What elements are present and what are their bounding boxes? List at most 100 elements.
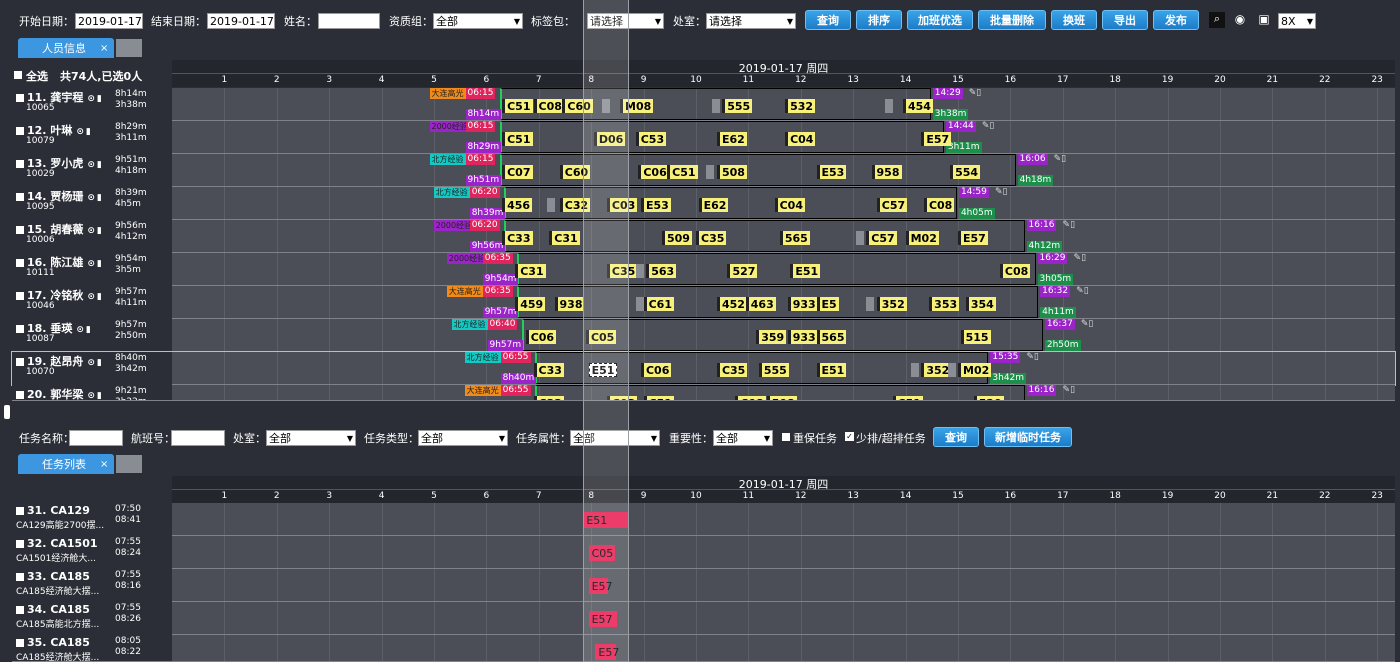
close-icon[interactable]: × — [100, 43, 108, 54]
settings-icon[interactable]: ⊙ — [87, 391, 95, 400]
task-name[interactable]: 33. CA185 — [16, 570, 90, 583]
staff-name[interactable]: 20. 郭华梁 ⊙ ▮ — [16, 386, 102, 400]
task-type-select[interactable]: 全部 ▼ — [418, 430, 508, 446]
row-checkbox[interactable] — [16, 639, 24, 647]
task-block[interactable]: C04 — [785, 132, 816, 146]
task-placeholder[interactable] — [910, 363, 919, 377]
row-checkbox[interactable] — [16, 606, 24, 614]
row-checkbox[interactable] — [16, 391, 24, 399]
task-block[interactable]: 509 — [661, 231, 692, 245]
save-icon[interactable]: ▣ — [1256, 12, 1272, 28]
task-block[interactable]: 352 — [876, 297, 907, 311]
splitter-handle[interactable] — [4, 405, 10, 419]
task-block[interactable]: 933 — [787, 297, 818, 311]
task-block[interactable]: C51 — [892, 396, 923, 400]
edit-icon[interactable]: ✎▯ — [1026, 352, 1039, 362]
task-block[interactable]: 563 — [646, 264, 677, 278]
row-checkbox[interactable] — [16, 226, 24, 234]
staff-row[interactable]: 13. 罗小虎 ⊙ ▮ 10029 9h51m 4h18m 北方经验 06:15 9h51m 16… — [12, 154, 1395, 187]
row-checkbox[interactable] — [16, 540, 24, 548]
task-name[interactable]: 35. CA185 — [16, 636, 90, 649]
task-block[interactable]: C33 — [533, 396, 564, 400]
staff-row[interactable]: 12. 叶琳 ⊙ ▮ 10079 8h29m 3h11m 2000经验 06:15 8h29m 1… — [12, 121, 1395, 154]
task-row[interactable]: 35. CA185 CA185经济舱大摆... 08:05 08:22 E57 — [12, 635, 1395, 662]
task-placeholder[interactable] — [635, 264, 644, 278]
task-block[interactable]: C57 — [866, 231, 897, 245]
edit-icon[interactable]: ✎▯ — [982, 121, 995, 131]
flight-input[interactable] — [171, 430, 225, 446]
task-block[interactable]: E57 — [958, 231, 988, 245]
tab-staff-info[interactable]: 人员信息 × — [18, 38, 115, 58]
edit-icon[interactable]: ✎▯ — [1074, 253, 1087, 263]
task-row[interactable]: 33. CA185 CA185经济舱大摆... 07:55 08:16 E57 — [12, 569, 1395, 602]
task-block[interactable]: 958 — [871, 165, 902, 179]
task-block[interactable]: C51 — [502, 132, 533, 146]
task-placeholder[interactable] — [635, 297, 644, 311]
task-block[interactable]: C08 — [735, 396, 766, 400]
row-checkbox[interactable] — [16, 193, 24, 201]
task-placeholder[interactable] — [706, 165, 715, 179]
query-button[interactable]: 查询 — [805, 10, 851, 30]
task-block[interactable]: 353 — [929, 297, 960, 311]
tab-placeholder[interactable] — [116, 39, 143, 57]
task-row[interactable]: 31. CA129 CA129高能2700摆... 07:50 08:41 E51 — [12, 503, 1395, 536]
task-block[interactable]: 354 — [965, 297, 996, 311]
task-block[interactable]: C06 — [638, 165, 669, 179]
row-checkbox[interactable] — [16, 507, 24, 515]
task-block[interactable]: C08 — [533, 99, 564, 113]
task-block[interactable]: 454 — [902, 99, 933, 113]
task-block[interactable]: E5 — [816, 297, 839, 311]
task-block[interactable]: C53 — [635, 132, 667, 146]
edit-icon[interactable]: ✎▯ — [1063, 385, 1076, 395]
task-name[interactable]: 31. CA129 — [16, 504, 90, 517]
trash-icon[interactable]: ▮ — [97, 160, 102, 170]
task-block[interactable]: 520 — [973, 396, 1004, 400]
settings-icon[interactable]: ⊙ — [87, 226, 95, 236]
task-placeholder[interactable] — [884, 99, 893, 113]
staff-row[interactable]: 17. 冷铭秋 ⊙ ▮ 10046 9h57m 4h11m 大连高光 06:35 9h57m 16… — [12, 286, 1395, 319]
settings-icon[interactable]: ⊙ — [87, 259, 95, 269]
staff-row[interactable]: 15. 胡春薇 ⊙ ▮ 10006 9h56m 4h12m 2000经验 06:20 9h56m… — [12, 220, 1395, 253]
task-block[interactable]: E53 — [640, 198, 671, 212]
task-block[interactable]: E62 — [716, 132, 747, 146]
staff-row[interactable]: 14. 贾杨珊 ⊙ ▮ 10095 8h39m 4h5m 北方经验 06:20 8h39m 14:… — [12, 187, 1395, 220]
task-row[interactable]: 32. CA1501 CA1501经济舱大... 07:55 08:24 C05 — [12, 536, 1395, 569]
task-block[interactable]: E51 — [816, 363, 847, 377]
task-block[interactable]: C08 — [999, 264, 1031, 278]
task-block[interactable]: C04 — [774, 198, 805, 212]
edit-icon[interactable]: ✎▯ — [1081, 319, 1094, 329]
settings-icon[interactable]: ⊙ — [87, 358, 95, 368]
task-block[interactable]: 565 — [779, 231, 810, 245]
task-placeholder[interactable] — [711, 99, 720, 113]
task-block[interactable]: C31 — [549, 231, 580, 245]
task-placeholder[interactable] — [546, 198, 555, 212]
tab-task-list[interactable]: 任务列表 × — [18, 454, 115, 474]
trash-icon[interactable]: ▮ — [97, 226, 102, 236]
settings-icon[interactable]: ⊙ — [76, 127, 84, 137]
task-block[interactable]: C06 — [640, 363, 672, 377]
task-block[interactable]: 508 — [766, 396, 797, 400]
task-block[interactable]: C35 — [696, 231, 727, 245]
task-block[interactable]: 359 — [756, 330, 787, 344]
trash-icon[interactable]: ▮ — [97, 259, 102, 269]
task-block[interactable]: C57 — [876, 198, 908, 212]
row-checkbox[interactable] — [16, 259, 24, 267]
start-date-input[interactable]: 2019-01-17 — [75, 13, 143, 29]
task-block[interactable]: C33 — [502, 231, 533, 245]
edit-icon[interactable]: ✎▯ — [1076, 286, 1089, 296]
task-name[interactable]: 32. CA1501 — [16, 537, 98, 550]
trash-icon[interactable]: ▮ — [86, 325, 91, 335]
task-block[interactable]: E51 — [790, 264, 821, 278]
staff-row[interactable]: 18. 垂瑛 ⊙ ▮ 10087 9h57m 2h50m 北方经验 06:40 9h57m 16:… — [12, 319, 1395, 352]
trash-icon[interactable]: ▮ — [86, 127, 91, 137]
trash-icon[interactable]: ▮ — [97, 94, 102, 104]
task-block[interactable]: 452 — [716, 297, 747, 311]
settings-icon[interactable]: ⊙ — [87, 193, 95, 203]
settings-icon[interactable]: ⊙ — [76, 325, 84, 335]
tab-placeholder[interactable] — [116, 455, 143, 473]
staff-row[interactable]: 11. 龚宇程 ⊙ ▮ 10065 8h14m 3h38m 大连高光 06:15 8h14m 14… — [12, 88, 1395, 121]
task-block[interactable]: 532 — [785, 99, 816, 113]
task-name-input[interactable] — [69, 430, 123, 446]
task-block[interactable]: E53 — [816, 165, 847, 179]
row-checkbox[interactable] — [16, 358, 24, 366]
